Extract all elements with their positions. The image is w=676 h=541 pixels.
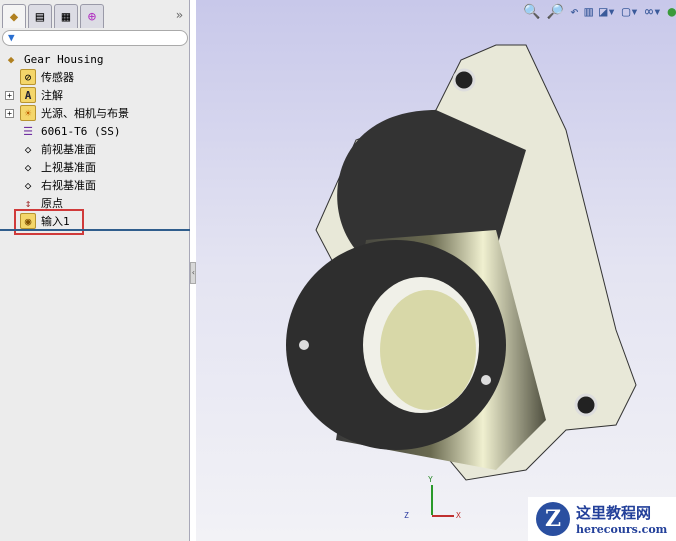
tree-item-top-plane[interactable]: ◇ 上视基准面 — [0, 158, 190, 176]
tree-item-label: 光源、相机与布景 — [41, 107, 129, 120]
part-icon: ◆ — [9, 8, 19, 25]
sensor-folder-icon: ⊘ — [20, 69, 36, 85]
watermark-title: 这里教程网 — [576, 504, 652, 522]
material-icon: ☰ — [23, 124, 33, 138]
x-axis-arrow — [432, 515, 454, 517]
highlight-box — [14, 209, 84, 235]
configuration-icon: ▦ — [61, 8, 71, 25]
property-icon: ▤ — [35, 8, 45, 25]
lights-folder-icon: ☀ — [20, 105, 36, 121]
tree-item-label: 注解 — [41, 89, 63, 102]
expand-icon[interactable]: + — [5, 108, 14, 118]
logo-icon: Z — [536, 502, 570, 536]
y-axis-label: Y — [428, 475, 433, 484]
tree-item-right-plane[interactable]: ◇ 右视基准面 — [0, 176, 190, 194]
feature-tree-tab[interactable]: ◆ — [2, 4, 26, 28]
watermark-url: herecours.com — [576, 523, 668, 536]
tree-root[interactable]: ◆ Gear Housing — [0, 50, 190, 68]
graphics-viewport[interactable]: 🔍 🔎 ↶ ▥ ◪▾ ▢▾ ∞▾ ● Y X Z Z 这里教程网 herecou… — [196, 0, 676, 541]
panel-tabs: ◆ ▤ ▦ ⊕ — [2, 4, 104, 28]
tree-item-material[interactable]: ☰ 6061-T6 (SS) — [0, 122, 190, 140]
tree-item-label: 传感器 — [41, 71, 74, 84]
filter-input[interactable]: ▼ — [2, 30, 188, 46]
property-manager-tab[interactable]: ▤ — [28, 4, 52, 28]
y-axis-arrow — [431, 485, 433, 515]
crosshair-icon: ⊕ — [87, 8, 97, 25]
tree-root-label: Gear Housing — [24, 52, 104, 66]
z-axis-label: Z — [404, 511, 409, 520]
tree-item-label: 6061-T6 (SS) — [41, 124, 121, 138]
tree-item-label: 右视基准面 — [41, 179, 96, 192]
plane-icon: ◇ — [24, 142, 32, 156]
display-manager-tab[interactable]: ⊕ — [80, 4, 104, 28]
watermark-logo: Z 这里教程网 herecours.com — [528, 497, 676, 541]
rollback-bar[interactable] — [0, 229, 190, 231]
expand-icon[interactable]: + — [5, 90, 14, 100]
tree-item-front-plane[interactable]: ◇ 前视基准面 — [0, 140, 190, 158]
tree-item-label: 上视基准面 — [41, 161, 96, 174]
plane-icon: ◇ — [24, 178, 32, 192]
filter-icon: ▼ — [8, 31, 15, 44]
x-axis-label: X — [456, 511, 461, 520]
plane-icon: ◇ — [24, 160, 32, 174]
tree-item-sensors[interactable]: ⊘ 传感器 — [0, 68, 190, 86]
tree-item-annotations[interactable]: + A 注解 — [0, 86, 190, 104]
tree-item-label: 前视基准面 — [41, 143, 96, 156]
feature-manager-panel: ◆ ▤ ▦ ⊕ » ▼ ◆ Gear Housing ⊘ 传感器 + A 注解 + ☀ 光… — [0, 0, 190, 541]
part-icon: ◆ — [7, 52, 15, 66]
annotation-folder-icon: A — [20, 87, 36, 103]
gear-housing-model[interactable] — [196, 0, 676, 541]
configuration-tab[interactable]: ▦ — [54, 4, 78, 28]
feature-tree: ◆ Gear Housing ⊘ 传感器 + A 注解 + ☀ 光源、相机与布景 ☰ 606… — [0, 50, 190, 230]
tree-item-lights[interactable]: + ☀ 光源、相机与布景 — [0, 104, 190, 122]
expand-tabs-icon[interactable]: » — [176, 8, 183, 22]
